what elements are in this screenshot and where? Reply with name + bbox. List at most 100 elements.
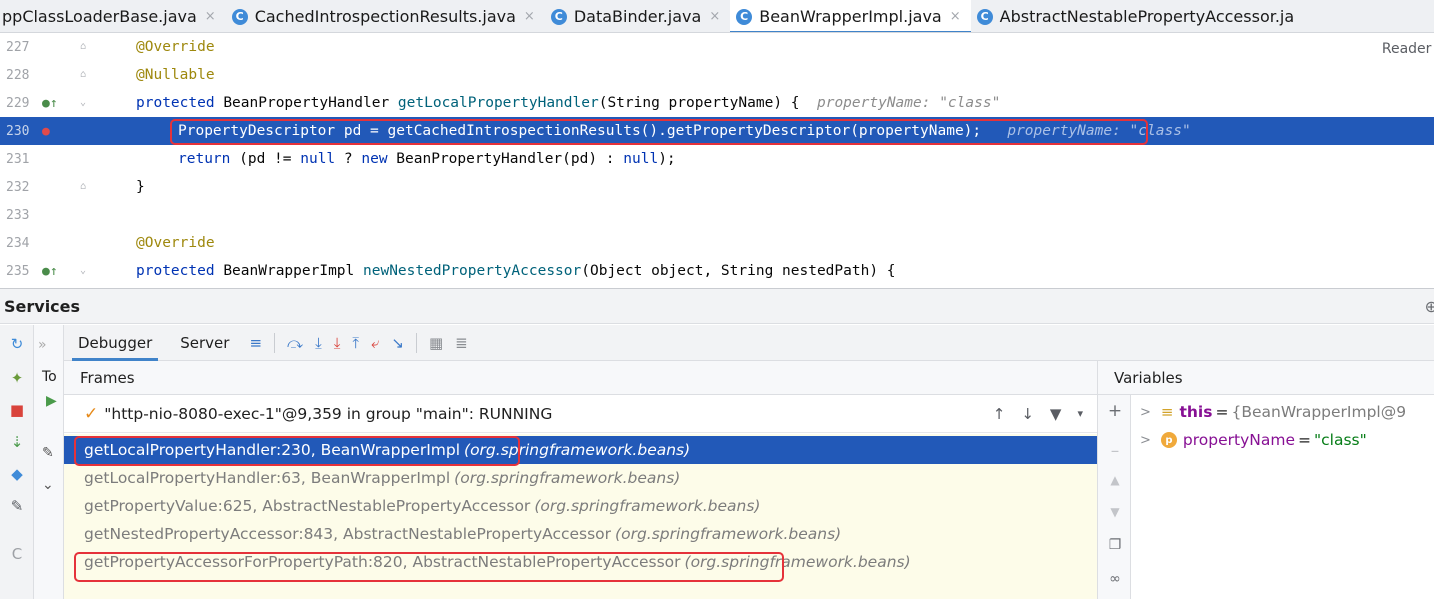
code-line[interactable]: 233 xyxy=(0,201,1434,229)
code-line[interactable]: 232 ⌂ } xyxy=(0,173,1434,201)
override-icon[interactable]: ●↑ xyxy=(42,264,58,279)
variable-row[interactable]: > ≡ this = {BeanWrapperImpl@9 xyxy=(1132,398,1434,426)
check-icon: ✓ xyxy=(84,403,99,424)
step-out-icon[interactable]: ⤒ xyxy=(352,334,359,352)
editor-tab[interactable]: C DataBinder.java × xyxy=(545,0,730,32)
expand-all-icon[interactable]: ✦ xyxy=(8,369,26,387)
trace-icon[interactable]: ≣ xyxy=(455,334,468,352)
settings-icon[interactable]: ⊕ xyxy=(1425,297,1434,316)
frames-header: Frames xyxy=(64,361,1097,395)
frames-list: getLocalPropertyHandler:230, BeanWrapper… xyxy=(64,434,1097,599)
annotation: @Nullable xyxy=(136,67,215,83)
line-number: 234 xyxy=(6,235,30,251)
step-into-icon[interactable]: ⤓ xyxy=(315,334,322,352)
code-statement: return (pd != null ? new BeanPropertyHan… xyxy=(178,151,676,167)
close-icon[interactable]: × xyxy=(205,9,216,24)
code-line[interactable]: 231 return (pd != null ? new BeanPropert… xyxy=(0,145,1434,173)
tab-debugger[interactable]: Debugger xyxy=(64,325,166,361)
run-to-cursor-icon[interactable]: ↘ xyxy=(391,334,404,352)
editor-tab[interactable]: ppClassLoaderBase.java × xyxy=(0,0,226,32)
run-icon[interactable]: ▶ xyxy=(46,393,57,409)
step-over-icon[interactable]: ⤼ xyxy=(287,334,303,352)
wrench-icon[interactable]: ✎ xyxy=(42,445,54,461)
wrench-icon[interactable]: ✎ xyxy=(8,497,26,515)
attach-icon[interactable]: ⇣ xyxy=(8,433,26,451)
services-title: Services xyxy=(4,296,81,316)
tab-label: BeanWrapperImpl.java xyxy=(759,7,942,26)
chevron-down-icon[interactable]: ▾ xyxy=(1077,405,1083,423)
fold-icon[interactable]: ⌂ xyxy=(80,181,92,193)
code-line[interactable]: 235 ●↑ ⌄ protected BeanWrapperImpl newNe… xyxy=(0,257,1434,285)
override-icon[interactable]: ●↑ xyxy=(42,96,58,111)
variable-row[interactable]: > p propertyName = "class" xyxy=(1132,426,1434,454)
remove-icon[interactable]: – xyxy=(1098,441,1132,461)
group-icon[interactable]: ◆ xyxy=(8,465,26,483)
tab-server[interactable]: Server xyxy=(166,325,243,361)
refresh-icon[interactable]: C xyxy=(8,545,26,563)
debugger-toolbar: Debugger Server ≡ ⤼ ⤓ ⤓ ⤒ ⤶ ↘ ▦ ≣ xyxy=(64,325,1434,361)
chevron-down-icon[interactable]: ⌄ xyxy=(42,477,54,493)
fold-icon[interactable]: ⌂ xyxy=(80,69,92,81)
arrow-down-icon[interactable]: ↓ xyxy=(1021,405,1034,423)
arrow-up-icon[interactable]: ↑ xyxy=(993,405,1006,423)
line-number: 229 xyxy=(6,95,30,111)
frames-side-actions: + – ▲ ▼ ❐ ∞ xyxy=(1097,395,1131,599)
variables-header: Variables xyxy=(1097,361,1434,395)
move-up-icon[interactable]: ▲ xyxy=(1098,473,1132,487)
fold-icon[interactable]: ⌄ xyxy=(80,265,92,277)
chevron-right-icon[interactable]: > xyxy=(1140,433,1151,448)
services-panel-header: Services ⊕ xyxy=(0,288,1434,324)
move-down-icon[interactable]: ▼ xyxy=(1098,505,1132,519)
rerun-icon[interactable]: ↻ xyxy=(8,335,26,353)
line-number: 232 xyxy=(6,179,30,195)
editor-tab[interactable]: C BeanWrapperImpl.java × xyxy=(730,0,972,32)
tree-node-label[interactable]: To xyxy=(42,369,57,385)
filter-icon[interactable]: ▼ xyxy=(1050,405,1062,423)
code-line[interactable]: 227 ⌂ @Override xyxy=(0,33,1434,61)
field-icon: ≡ xyxy=(1160,403,1174,421)
tab-label: AbstractNestablePropertyAccessor.ja xyxy=(999,7,1295,26)
editor-tab-bar: ppClassLoaderBase.java × C CachedIntrospect… xyxy=(0,0,1434,33)
editor-tab[interactable]: C AbstractNestablePropertyAccessor.ja xyxy=(971,0,1305,32)
thread-selector[interactable]: ✓ "http-nio-8080-exec-1"@9,359 in group … xyxy=(64,395,1097,433)
fold-icon[interactable]: ⌂ xyxy=(80,41,92,53)
line-number: 231 xyxy=(6,151,30,167)
highlight-box xyxy=(74,552,784,582)
stack-frame[interactable]: getPropertyValue:625, AbstractNestablePr… xyxy=(64,492,1097,520)
code-line[interactable]: 228 ⌂ @Nullable xyxy=(0,61,1434,89)
close-icon[interactable]: × xyxy=(709,9,720,24)
annotation: @Override xyxy=(136,235,215,251)
stack-frame[interactable]: getLocalPropertyHandler:63, BeanWrapperI… xyxy=(64,464,1097,492)
method-signature: protected BeanWrapperImpl newNestedPrope… xyxy=(136,263,896,279)
add-icon[interactable]: + xyxy=(1098,401,1132,421)
stack-frame[interactable]: getNestedPropertyAccessor:843, AbstractN… xyxy=(64,520,1097,548)
drop-frame-icon[interactable]: ⤶ xyxy=(371,334,379,352)
code-editor[interactable]: Reader I 227 ⌂ @Override 228 ⌂ @Nullable… xyxy=(0,33,1434,288)
stop-icon[interactable]: ■ xyxy=(8,401,26,419)
force-step-into-icon[interactable]: ⤓ xyxy=(334,334,341,352)
highlight-box xyxy=(74,436,520,466)
close-icon[interactable]: × xyxy=(524,9,535,24)
copy-icon[interactable]: ❐ xyxy=(1098,537,1132,553)
close-icon[interactable]: × xyxy=(950,9,961,24)
menu-icon[interactable]: ≡ xyxy=(249,334,262,352)
tab-label: DataBinder.java xyxy=(573,7,702,26)
watch-icon[interactable]: ∞ xyxy=(1098,571,1132,587)
java-class-icon: C xyxy=(231,8,248,25)
tab-label: ppClassLoaderBase.java xyxy=(2,7,197,26)
java-class-icon: C xyxy=(550,8,567,25)
parameter-icon: p xyxy=(1160,432,1177,448)
editor-tab[interactable]: C CachedIntrospectionResults.java × xyxy=(226,0,545,32)
fold-icon[interactable]: ⌄ xyxy=(80,97,92,109)
collapse-icon[interactable]: » xyxy=(38,337,47,353)
code-line[interactable]: 234 @Override xyxy=(0,229,1434,257)
variables-title: Variables xyxy=(1114,368,1183,387)
highlight-box xyxy=(170,119,1148,145)
breakpoint-icon[interactable]: ● xyxy=(42,124,56,139)
chevron-right-icon[interactable]: > xyxy=(1140,405,1151,420)
code-statement: } xyxy=(136,179,145,195)
code-line[interactable]: 229 ●↑ ⌄ protected BeanPropertyHandler g… xyxy=(0,89,1434,117)
tab-label: CachedIntrospectionResults.java xyxy=(254,7,516,26)
evaluate-expression-icon[interactable]: ▦ xyxy=(429,334,443,352)
inlay-hint: propertyName: "class" xyxy=(816,95,1001,111)
